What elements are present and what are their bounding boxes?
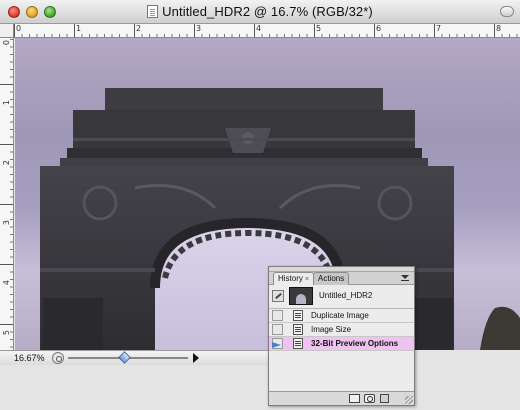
ruler-label: 6 <box>376 24 382 33</box>
ruler-label: 3 <box>196 24 202 33</box>
status-bar: 16.67% <box>0 350 268 365</box>
history-item-label: Image Size <box>311 325 352 334</box>
panel-tabs: History × Actions <box>269 272 414 286</box>
history-item-label: Duplicate Image <box>311 311 369 320</box>
window-title: Untitled_HDR2 @ 16.7% (RGB/32*) <box>0 4 520 19</box>
ruler-label: 5 <box>2 330 11 336</box>
tab-actions[interactable]: Actions <box>313 272 350 285</box>
title-bar[interactable]: Untitled_HDR2 @ 16.7% (RGB/32*) <box>0 0 520 24</box>
document-info-icon[interactable] <box>52 352 64 364</box>
history-panel: History × Actions Untitled_HDR2 Duplicate… <box>268 266 415 406</box>
window-title-text: Untitled_HDR2 @ 16.7% (RGB/32*) <box>162 4 373 19</box>
status-menu-arrow-icon[interactable] <box>193 353 199 363</box>
tab-actions-label: Actions <box>318 274 345 283</box>
vertical-ruler[interactable]: 0 1 2 3 4 5 <box>0 24 14 350</box>
snapshot-thumbnail <box>289 287 313 305</box>
ruler-label: 7 <box>436 24 442 33</box>
document-icon <box>293 338 303 349</box>
ruler-label: 1 <box>76 24 82 33</box>
panel-menu-icon[interactable] <box>401 275 410 282</box>
tab-history[interactable]: History × <box>273 272 314 286</box>
document-icon <box>293 324 303 335</box>
ruler-label: 0 <box>2 40 11 46</box>
trash-icon[interactable] <box>380 394 389 403</box>
ruler-label: 2 <box>2 160 11 166</box>
tab-history-label: History <box>278 274 303 283</box>
ruler-label: 1 <box>2 100 11 106</box>
history-snapshot[interactable]: Untitled_HDR2 <box>269 285 414 309</box>
zoom-level-field[interactable]: 16.67% <box>14 352 48 364</box>
snapshot-camera-icon[interactable] <box>364 394 375 403</box>
ruler-label: 4 <box>256 24 262 33</box>
ruler-label: 0 <box>16 24 22 33</box>
history-item[interactable]: Duplicate Image <box>269 309 414 323</box>
ruler-label: 5 <box>316 24 322 33</box>
new-document-icon[interactable] <box>349 394 360 403</box>
resize-grip-icon[interactable] <box>405 396 413 404</box>
ruler-label: 2 <box>136 24 142 33</box>
ruler-origin[interactable] <box>0 24 14 38</box>
ruler-label: 3 <box>2 220 11 226</box>
photoshop-window: Untitled_HDR2 @ 16.7% (RGB/32*) 0 1 2 3 … <box>0 0 520 410</box>
history-source-checkbox[interactable] <box>272 324 283 335</box>
history-state-marker-icon[interactable] <box>272 338 283 349</box>
history-item[interactable]: Image Size <box>269 323 414 337</box>
history-source-checkbox[interactable] <box>272 310 283 321</box>
horizontal-ruler[interactable]: 0 1 2 3 4 5 6 7 8 <box>14 24 520 38</box>
zoom-slider-thumb[interactable] <box>118 351 131 364</box>
ruler-ticks <box>0 24 13 350</box>
history-empty-area <box>269 351 414 391</box>
history-item-selected[interactable]: 32-Bit Preview Options <box>269 337 414 351</box>
ruler-label: 8 <box>496 24 502 33</box>
history-brush-source-icon[interactable] <box>272 290 284 302</box>
document-icon <box>293 310 303 321</box>
toolbar-toggle-button[interactable] <box>500 6 514 17</box>
document-proxy-icon[interactable] <box>147 5 159 18</box>
snapshot-label: Untitled_HDR2 <box>319 291 373 300</box>
close-tab-icon[interactable]: × <box>305 276 309 283</box>
history-item-label: 32-Bit Preview Options <box>311 339 399 348</box>
ruler-label: 4 <box>2 280 11 286</box>
panel-bottom-bar <box>269 391 414 405</box>
ruler-ticks <box>14 24 520 37</box>
